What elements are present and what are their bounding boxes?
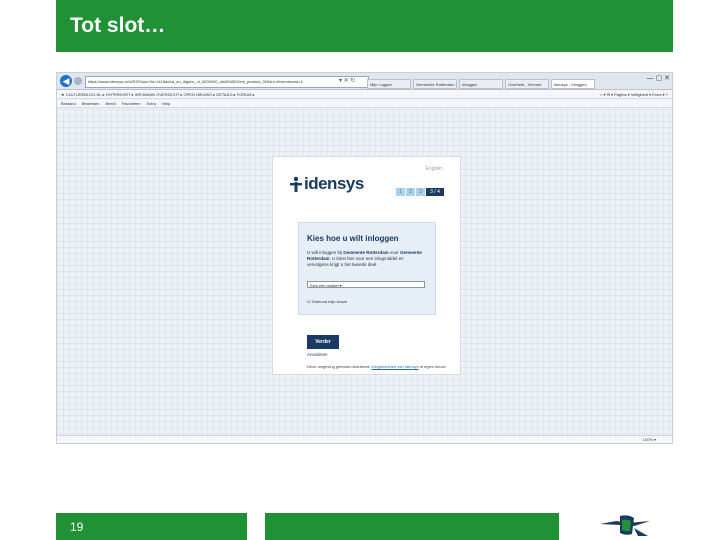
step: 3 (416, 188, 425, 196)
menu-bar: Bestand Bewerken Beeld Favorieten Extra Help (57, 100, 672, 108)
browser-tab[interactable]: Inloggen (459, 79, 503, 89)
command-bar-tools[interactable]: ⌂ ▾ ✉ ▾ Pagina ▾ Veiligheid ▾ Extra ▾ ? (600, 90, 668, 99)
login-description: U wilt inloggen bij Gemeente Rotterdam v… (307, 250, 425, 268)
language-link[interactable]: English (426, 166, 442, 172)
slide-title: Tot slot… (70, 14, 166, 37)
logo-text: idensys (304, 174, 364, 193)
status-bar: 100% ▾ (57, 435, 672, 443)
desc-text: U wilt inloggen bij (307, 250, 344, 255)
page-number: 19 (70, 520, 84, 534)
menu-item-extra[interactable]: Extra (147, 101, 156, 106)
step-indicator: 1233 / 4 (395, 180, 444, 196)
idensys-login-card: English idensys 1233 / 4 Kies hoe u wilt… (272, 156, 461, 375)
menu-item-bestand[interactable]: Bestand (61, 101, 76, 106)
menu-item-favorieten[interactable]: Favorieten (122, 101, 141, 106)
org-name: Gemeente Rotterdam (343, 250, 389, 255)
browser-tab[interactable]: Overheid - Vervoer (505, 79, 549, 89)
forward-button[interactable] (74, 77, 82, 85)
window-controls[interactable]: — ▢ ✕ (647, 73, 670, 85)
login-method-select[interactable]: Kies een middel ▾ (307, 281, 425, 288)
step: 1 (396, 188, 405, 196)
arrow-left-icon: ◀ (62, 76, 70, 86)
footer-middle-bar (265, 513, 559, 540)
next-button[interactable]: Verder (307, 335, 339, 349)
footer-left-bar: 19 (56, 513, 247, 540)
browser-toolbar: ◀ https://www.idensys.nl/nl/SSO/sso?id=1… (57, 73, 672, 90)
browser-screenshot: ◀ https://www.idensys.nl/nl/SSO/sso?id=1… (56, 72, 673, 444)
browser-tab-active[interactable]: Idensys - Inloggen (551, 79, 595, 89)
slide-title-bar: Tot slot… (56, 0, 673, 52)
menu-item-help[interactable]: Help (162, 101, 170, 106)
browser-tabs: Mijn Loggen Gemeente Rotterdam - Inloggen… (367, 76, 602, 89)
zoom-level[interactable]: 100% ▾ (643, 437, 656, 442)
login-title: Kies hoe u wilt inloggen (307, 234, 399, 243)
rotterdam-logo-icon (600, 515, 650, 536)
footer-text: Deze omgeving gebruikt uitsluitend: (307, 364, 372, 369)
address-bar[interactable]: https://www.idensys.nl/nl/SSO/sso?id=141… (85, 76, 369, 88)
back-button[interactable]: ◀ (60, 75, 72, 87)
page-viewport: English idensys 1233 / 4 Kies hoe u wilt… (57, 109, 672, 437)
footer-note: Deze omgeving gebruikt uitsluitend: inlo… (307, 364, 446, 369)
favorites-bar[interactable]: ★ CULTUREBLOG.NL ▸ HYPERKORT ▸ INFOBANK … (57, 90, 672, 99)
menu-item-beeld[interactable]: Beeld (105, 101, 115, 106)
address-bar-icons[interactable]: ▾ ✕ ↻ (339, 76, 355, 86)
step-current: 3 / 4 (426, 188, 444, 196)
cancel-link[interactable]: Annuleren (307, 352, 328, 357)
idensys-logo: idensys (290, 174, 370, 194)
remember-choice-checkbox[interactable]: ☑ Onthoud mijn keuze (307, 299, 347, 304)
person-icon (290, 176, 302, 192)
step: 2 (406, 188, 415, 196)
desc-text: voor (388, 250, 401, 255)
login-choice-box: Kies hoe u wilt inloggen U wilt inloggen… (298, 222, 436, 315)
browser-tab[interactable]: Mijn Loggen (367, 79, 411, 89)
browser-tab[interactable]: Gemeente Rotterdam - Inloggen (413, 79, 457, 89)
footer-text: of eigen keuze (418, 364, 446, 369)
footer-link[interactable]: inlogmiddelen van Idensys (371, 364, 418, 369)
menu-item-bewerken[interactable]: Bewerken (82, 101, 100, 106)
